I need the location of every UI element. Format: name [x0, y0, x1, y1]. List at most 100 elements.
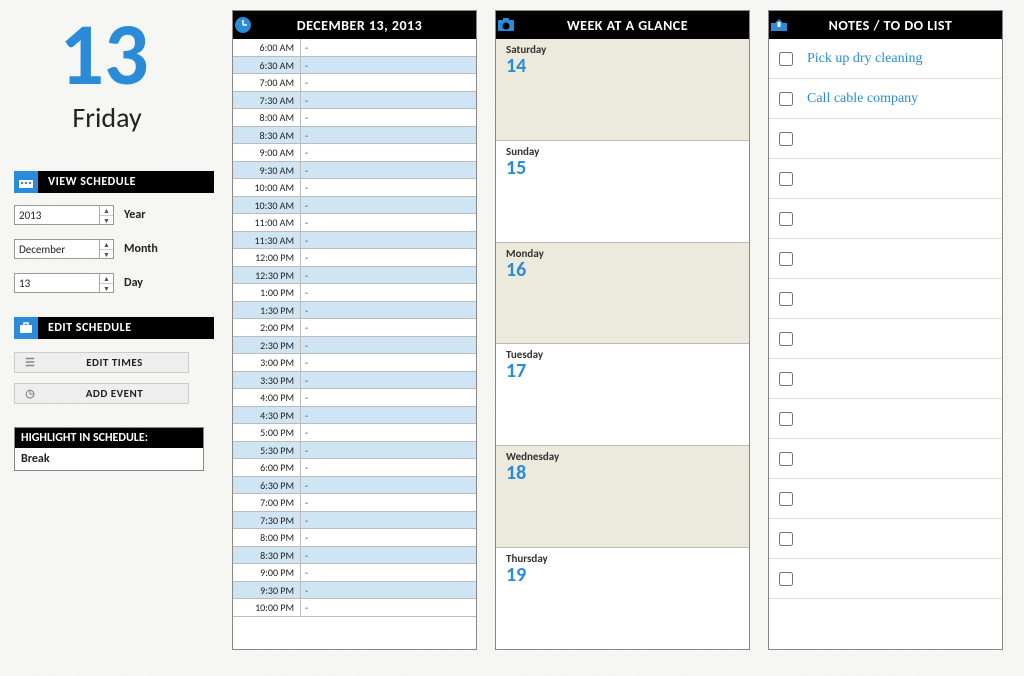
slot-event[interactable]: - [301, 302, 476, 319]
slot-event[interactable]: - [301, 144, 476, 161]
schedule-row[interactable]: 9:30 PM- [233, 582, 476, 600]
slot-event[interactable]: - [301, 267, 476, 284]
schedule-row[interactable]: 8:30 AM- [233, 127, 476, 145]
highlight-value[interactable]: Break [15, 448, 203, 470]
todo-checkbox[interactable] [779, 292, 793, 306]
year-up[interactable]: ▲ [100, 206, 113, 216]
edit-times-button[interactable]: ☰ EDIT TIMES [14, 352, 189, 373]
todo-checkbox[interactable] [779, 132, 793, 146]
week-day[interactable]: Thursday19 [496, 548, 749, 649]
todo-text[interactable]: Call cable company [807, 91, 918, 107]
todo-checkbox[interactable] [779, 212, 793, 226]
slot-event[interactable]: - [301, 389, 476, 406]
slot-event[interactable]: - [301, 109, 476, 126]
schedule-row[interactable]: 8:00 AM- [233, 109, 476, 127]
slot-event[interactable]: - [301, 512, 476, 529]
month-up[interactable]: ▲ [100, 240, 113, 250]
slot-event[interactable]: - [301, 424, 476, 441]
month-down[interactable]: ▼ [100, 250, 113, 259]
week-day[interactable]: Sunday15 [496, 141, 749, 243]
slot-event[interactable]: - [301, 354, 476, 371]
day-up[interactable]: ▲ [100, 274, 113, 284]
add-event-button[interactable]: ◷ ADD EVENT [14, 383, 189, 404]
slot-event[interactable]: - [301, 162, 476, 179]
slot-event[interactable]: - [301, 319, 476, 336]
slot-event[interactable]: - [301, 547, 476, 564]
todo-checkbox[interactable] [779, 452, 793, 466]
schedule-row[interactable]: 11:00 AM- [233, 214, 476, 232]
schedule-row[interactable]: 7:00 AM- [233, 74, 476, 92]
schedule-row[interactable]: 6:30 PM- [233, 477, 476, 495]
schedule-row[interactable]: 2:30 PM- [233, 337, 476, 355]
todo-checkbox[interactable] [779, 92, 793, 106]
slot-event[interactable]: - [301, 179, 476, 196]
slot-event[interactable]: - [301, 39, 476, 56]
week-day[interactable]: Tuesday17 [496, 344, 749, 446]
schedule-row[interactable]: 6:00 AM- [233, 39, 476, 57]
slot-event[interactable]: - [301, 232, 476, 249]
schedule-row[interactable]: 10:00 AM- [233, 179, 476, 197]
slot-event[interactable]: - [301, 582, 476, 599]
schedule-row[interactable]: 1:30 PM- [233, 302, 476, 320]
todo-checkbox[interactable] [779, 492, 793, 506]
week-day[interactable]: Monday16 [496, 243, 749, 345]
week-day[interactable]: Wednesday18 [496, 446, 749, 548]
schedule-row[interactable]: 4:00 PM- [233, 389, 476, 407]
slot-event[interactable]: - [301, 599, 476, 616]
schedule-row[interactable]: 11:30 AM- [233, 232, 476, 250]
schedule-row[interactable]: 9:30 AM- [233, 162, 476, 180]
slot-event[interactable]: - [301, 337, 476, 354]
schedule-row[interactable]: 6:00 PM- [233, 459, 476, 477]
schedule-row[interactable]: 3:30 PM- [233, 372, 476, 390]
slot-event[interactable]: - [301, 477, 476, 494]
slot-event[interactable]: - [301, 249, 476, 266]
todo-checkbox[interactable] [779, 372, 793, 386]
schedule-row[interactable]: 7:00 PM- [233, 494, 476, 512]
schedule-row[interactable]: 12:00 PM- [233, 249, 476, 267]
slot-event[interactable]: - [301, 494, 476, 511]
schedule-row[interactable]: 4:30 PM- [233, 407, 476, 425]
schedule-row[interactable]: 5:30 PM- [233, 442, 476, 460]
slot-event[interactable]: - [301, 564, 476, 581]
slot-event[interactable]: - [301, 372, 476, 389]
slot-event[interactable]: - [301, 92, 476, 109]
slot-event[interactable]: - [301, 74, 476, 91]
slot-event[interactable]: - [301, 529, 476, 546]
schedule-row[interactable]: 8:00 PM- [233, 529, 476, 547]
schedule-row[interactable]: 2:00 PM- [233, 319, 476, 337]
schedule-row[interactable]: 8:30 PM- [233, 547, 476, 565]
schedule-row[interactable]: 3:00 PM- [233, 354, 476, 372]
schedule-row[interactable]: 7:30 AM- [233, 92, 476, 110]
todo-checkbox[interactable] [779, 532, 793, 546]
schedule-row[interactable]: 5:00 PM- [233, 424, 476, 442]
todo-checkbox[interactable] [779, 412, 793, 426]
slot-event[interactable]: - [301, 57, 476, 74]
month-stepper[interactable]: December ▲▼ [14, 239, 114, 259]
todo-checkbox[interactable] [779, 172, 793, 186]
year-stepper[interactable]: 2013 ▲▼ [14, 205, 114, 225]
schedule-row[interactable]: 10:00 PM- [233, 599, 476, 617]
schedule-row[interactable]: 9:00 AM- [233, 144, 476, 162]
slot-event[interactable]: - [301, 284, 476, 301]
todo-text[interactable]: Pick up dry cleaning [807, 51, 922, 67]
schedule-row[interactable]: 9:00 PM- [233, 564, 476, 582]
slot-event[interactable]: - [301, 197, 476, 214]
todo-checkbox[interactable] [779, 252, 793, 266]
slot-event[interactable]: - [301, 407, 476, 424]
year-down[interactable]: ▼ [100, 216, 113, 225]
schedule-row[interactable]: 12:30 PM- [233, 267, 476, 285]
slot-event[interactable]: - [301, 127, 476, 144]
day-stepper[interactable]: 13 ▲▼ [14, 273, 114, 293]
slot-event[interactable]: - [301, 214, 476, 231]
todo-checkbox[interactable] [779, 332, 793, 346]
week-day[interactable]: Saturday14 [496, 39, 749, 141]
todo-checkbox[interactable] [779, 572, 793, 586]
slot-event[interactable]: - [301, 459, 476, 476]
schedule-row[interactable]: 6:30 AM- [233, 57, 476, 75]
schedule-row[interactable]: 7:30 PM- [233, 512, 476, 530]
day-down[interactable]: ▼ [100, 284, 113, 293]
slot-event[interactable]: - [301, 442, 476, 459]
schedule-row[interactable]: 10:30 AM- [233, 197, 476, 215]
todo-checkbox[interactable] [779, 52, 793, 66]
schedule-row[interactable]: 1:00 PM- [233, 284, 476, 302]
